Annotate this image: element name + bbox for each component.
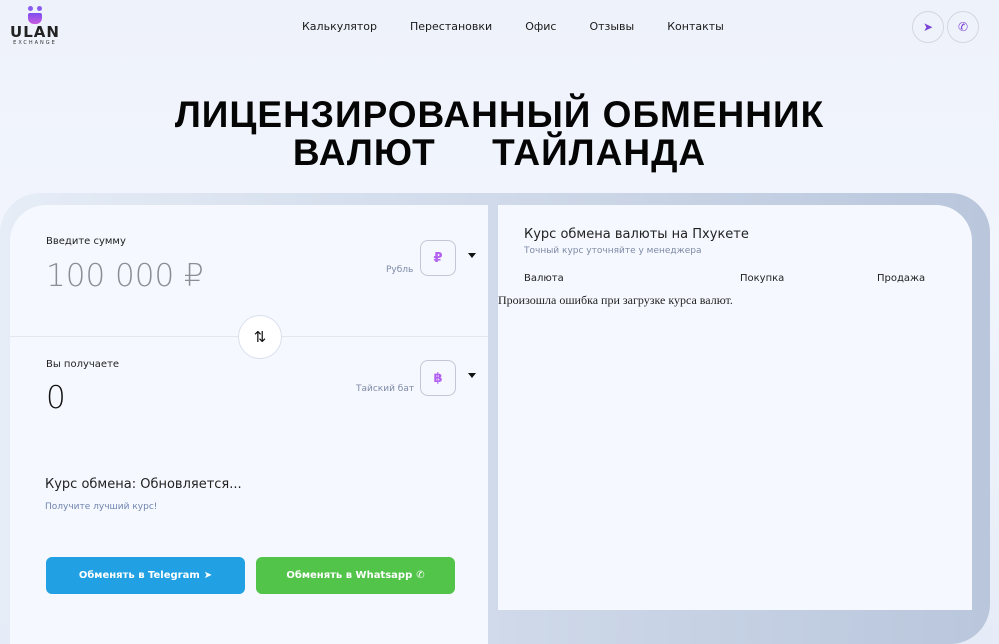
whatsapp-icon: ✆ (416, 570, 425, 581)
give-amount-input[interactable]: 100 000 ₽ (46, 258, 204, 294)
rates-error: Произошла ошибка при загрузке курса валю… (498, 293, 733, 307)
give-currency-name: Рубль (386, 265, 414, 275)
telegram-icon: ➤ (922, 20, 934, 34)
rates-title: Курс обмена валюты на Пхукете (524, 227, 749, 242)
logo[interactable]: ULAN EXCHANGE (10, 6, 60, 46)
col-buy: Покупка (740, 273, 785, 284)
telegram-icon: ➤ (203, 570, 213, 581)
logo-name: ULAN (10, 23, 60, 41)
whatsapp-button-label: Обменять в Whatsapp (286, 570, 413, 581)
rate-hint: Получите лучший курс! (45, 502, 158, 512)
hero-line2: ВАЛЮТ ТАЙЛАНДА (292, 132, 707, 173)
get-currency-dropdown-icon[interactable] (468, 373, 476, 378)
telegram-exchange-button[interactable]: Обменять в Telegram ➤ (46, 557, 245, 594)
nav-transfers[interactable]: Перестановки (410, 20, 492, 33)
whatsapp-icon: ✆ (957, 20, 969, 34)
get-amount: 0 (46, 380, 66, 416)
swap-icon: ⇅ (253, 328, 267, 346)
give-currency-dropdown-icon[interactable] (468, 253, 476, 258)
ruble-icon[interactable]: ₽ (420, 240, 456, 276)
rates-card (498, 205, 972, 610)
swap-button[interactable]: ⇅ (238, 315, 282, 359)
whatsapp-exchange-button[interactable]: Обменять в Whatsapp ✆ (256, 557, 455, 594)
hero-title: ЛИЦЕНЗИРОВАННЫЙ ОБМЕННИК ВАЛЮТ ТАЙЛАНДА (0, 96, 999, 172)
main-nav: Калькулятор Перестановки Офис Отзывы Кон… (302, 20, 757, 33)
nav-office[interactable]: Офис (525, 20, 556, 33)
telegram-button-label: Обменять в Telegram (78, 570, 200, 581)
rates-subtitle: Точный курс уточняйте у менеджера (524, 246, 702, 256)
col-currency: Валюта (524, 273, 564, 284)
get-currency-name: Тайский бат (356, 384, 415, 394)
nav-contacts[interactable]: Контакты (667, 20, 724, 33)
telegram-link[interactable]: ➤ (912, 11, 944, 43)
logo-icon (27, 6, 43, 24)
logo-sub: EXCHANGE (13, 40, 57, 46)
get-label: Вы получаете (46, 359, 120, 370)
baht-icon[interactable]: ฿ (420, 360, 456, 396)
exchange-rate: Курс обмена: Обновляется... (45, 477, 242, 492)
give-label: Введите сумму (46, 236, 126, 247)
nav-reviews[interactable]: Отзывы (589, 20, 634, 33)
whatsapp-link[interactable]: ✆ (947, 11, 979, 43)
hero-line1: ЛИЦЕНЗИРОВАННЫЙ ОБМЕННИК (174, 94, 825, 135)
col-sell: Продажа (877, 273, 926, 284)
nav-calculator[interactable]: Калькулятор (302, 20, 377, 33)
